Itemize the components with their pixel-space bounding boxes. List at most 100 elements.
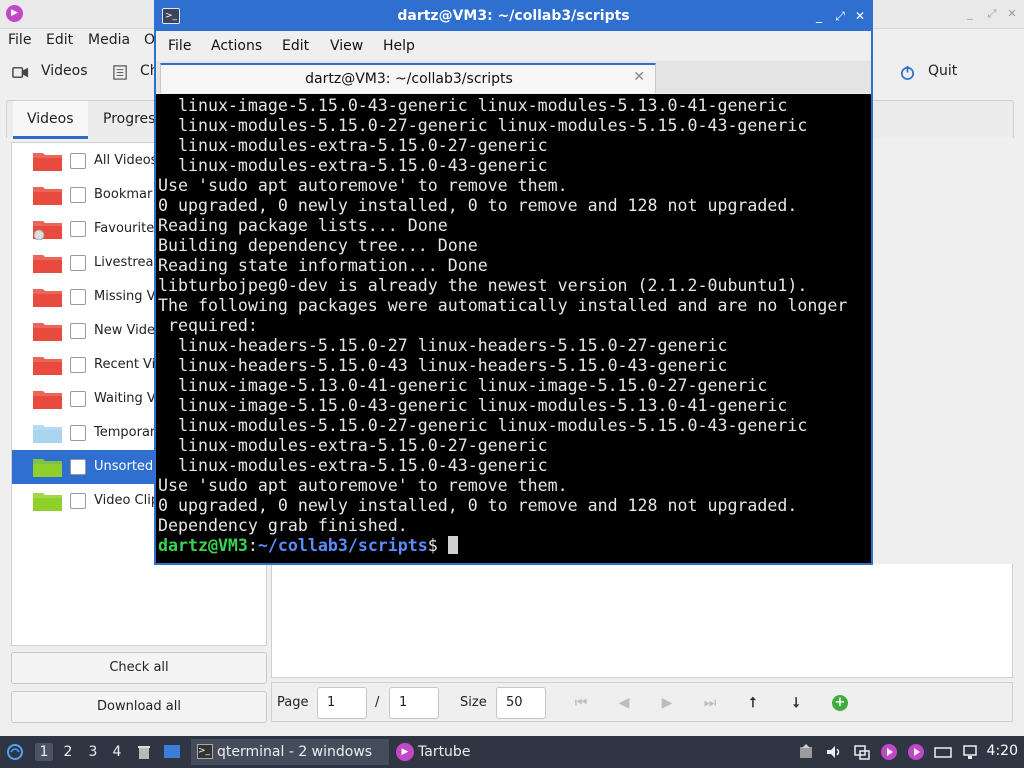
prompt-symbol: $ [427, 536, 448, 555]
maximize-icon[interactable]: ⤢ [984, 6, 1000, 22]
videos-button[interactable]: Videos [41, 63, 88, 79]
folder-label: Unsorted [94, 459, 154, 474]
scroll-down-icon[interactable]: ⭣ [786, 693, 806, 713]
terminal-line: Reading package lists... Done [158, 216, 448, 235]
folder-label: All Videos [94, 153, 158, 168]
add-icon[interactable]: + [832, 695, 848, 711]
last-page-icon[interactable]: ⏭ [700, 693, 720, 713]
menu-edit[interactable]: Edit [282, 38, 309, 54]
folder-checkbox[interactable] [70, 493, 86, 509]
terminal-console[interactable]: linux-image-5.15.0-43-generic linux-modu… [156, 94, 871, 563]
terminal-menubar: File Actions Edit View Help [156, 31, 871, 61]
menu-edit[interactable]: Edit [46, 32, 73, 48]
tartube-tray-icon[interactable] [880, 743, 898, 761]
terminal-icon: >_ [197, 744, 213, 759]
folder-icon [33, 323, 62, 341]
network-icon[interactable] [961, 743, 979, 761]
tab-videos[interactable]: Videos [13, 101, 88, 139]
volume-icon[interactable] [825, 743, 843, 761]
prompt-line[interactable]: dartz@VM3:~/collab3/scripts$ [158, 536, 871, 556]
close-icon[interactable]: ✕ [1004, 6, 1020, 22]
terminal-line: linux-modules-extra-5.15.0-43-generic [158, 456, 548, 475]
updates-icon[interactable] [797, 743, 815, 761]
trash-icon[interactable] [135, 743, 153, 761]
prompt-user-host: dartz@VM3 [158, 536, 248, 555]
qterminal-titlebar[interactable]: >_ dartz@VM3: ~/collab3/scripts _ ⤢ ✕ [156, 2, 871, 31]
folder-label: New Vide [94, 323, 155, 338]
tartube-logo-icon: ▶ [6, 5, 23, 22]
page-separator: / [375, 695, 380, 710]
folder-checkbox[interactable] [70, 425, 86, 441]
terminal-line: Use 'sudo apt autoremove' to remove them… [158, 476, 568, 495]
terminal-line: required: [158, 316, 258, 335]
close-tab-icon[interactable]: ✕ [633, 69, 645, 85]
terminal-output: linux-image-5.15.0-43-generic linux-modu… [158, 96, 871, 536]
folder-icon [33, 221, 62, 240]
task-tartube[interactable]: ▶ Tartube [392, 739, 512, 765]
menu-help[interactable]: Help [383, 38, 415, 54]
folder-checkbox[interactable] [70, 187, 86, 203]
size-label: Size [460, 695, 487, 710]
folder-checkbox[interactable] [70, 153, 86, 169]
folder-icon [33, 391, 62, 409]
folder-icon [33, 357, 62, 375]
clock: 4:20 [986, 743, 1018, 759]
terminal-line: linux-modules-5.15.0-27-generic linux-mo… [158, 116, 808, 135]
terminal-tab[interactable]: dartz@VM3: ~/collab3/scripts ✕ [160, 63, 656, 93]
scroll-up-icon[interactable]: ⭡ [743, 693, 763, 713]
folder-checkbox[interactable] [70, 357, 86, 373]
task-qterminal[interactable]: >_ qterminal - 2 windows [191, 739, 389, 765]
taskbar: 1 2 3 4 >_ qterminal - 2 windows ▶ Tartu… [0, 736, 1024, 768]
folder-label: Waiting V [94, 391, 156, 406]
terminal-tab-label: dartz@VM3: ~/collab3/scripts [305, 71, 513, 87]
workspace-2[interactable]: 2 [59, 743, 77, 761]
menu-file[interactable]: File [8, 32, 31, 48]
task-tartube-label: Tartube [418, 744, 471, 760]
folder-icon [33, 493, 62, 511]
terminal-line: Use 'sudo apt autoremove' to remove them… [158, 176, 568, 195]
folder-label: Video Clip [94, 493, 160, 508]
show-desktop-icon[interactable] [163, 743, 181, 761]
close-icon[interactable]: ✕ [852, 8, 868, 24]
terminal-line: linux-modules-extra-5.15.0-27-generic [158, 136, 548, 155]
folder-label: Favourite [94, 221, 155, 236]
start-menu-icon[interactable] [6, 743, 24, 761]
qterminal-window: >_ dartz@VM3: ~/collab3/scripts _ ⤢ ✕ Fi… [154, 0, 873, 565]
page-input[interactable]: 1 [317, 687, 367, 719]
media-player-icon[interactable] [907, 743, 925, 761]
folder-checkbox[interactable] [70, 221, 86, 237]
quit-button[interactable]: Quit [928, 63, 957, 79]
folder-checkbox[interactable] [70, 289, 86, 305]
terminal-line: linux-image-5.15.0-43-generic linux-modu… [158, 96, 788, 115]
terminal-line: 0 upgraded, 0 newly installed, 0 to remo… [158, 496, 798, 515]
minimize-icon[interactable]: _ [811, 8, 827, 24]
menu-media[interactable]: Media [88, 32, 130, 48]
minimize-icon[interactable]: _ [962, 6, 978, 22]
download-all-button[interactable]: Download all [11, 691, 267, 723]
window-title: dartz@VM3: ~/collab3/scripts [397, 8, 630, 24]
folder-checkbox[interactable] [70, 323, 86, 339]
workspace-1[interactable]: 1 [35, 743, 53, 761]
maximize-icon[interactable]: ⤢ [832, 8, 848, 24]
folder-checkbox[interactable] [70, 391, 86, 407]
workspace-3[interactable]: 3 [84, 743, 102, 761]
menu-file[interactable]: File [168, 38, 191, 54]
terminal-line: The following packages were automaticall… [158, 296, 848, 315]
terminal-tabbar: dartz@VM3: ~/collab3/scripts ✕ [156, 61, 871, 93]
terminal-line: linux-modules-extra-5.15.0-43-generic [158, 156, 548, 175]
next-page-icon[interactable]: ▶ [657, 693, 677, 713]
keyboard-icon[interactable] [934, 743, 952, 761]
workspace-4[interactable]: 4 [108, 743, 126, 761]
terminal-line: Building dependency tree... Done [158, 236, 478, 255]
check-all-button[interactable]: Check all [11, 652, 267, 684]
menu-actions[interactable]: Actions [211, 38, 262, 54]
screenshot-icon[interactable] [853, 743, 871, 761]
previous-page-icon[interactable]: ◀ [614, 693, 634, 713]
folder-checkbox[interactable] [70, 255, 86, 271]
folder-icon [33, 255, 62, 273]
size-input[interactable]: 50 [496, 687, 546, 719]
videos-icon [12, 67, 29, 78]
first-page-icon[interactable]: ⏮ [571, 693, 591, 713]
folder-checkbox[interactable] [70, 459, 86, 475]
menu-view[interactable]: View [330, 38, 363, 54]
